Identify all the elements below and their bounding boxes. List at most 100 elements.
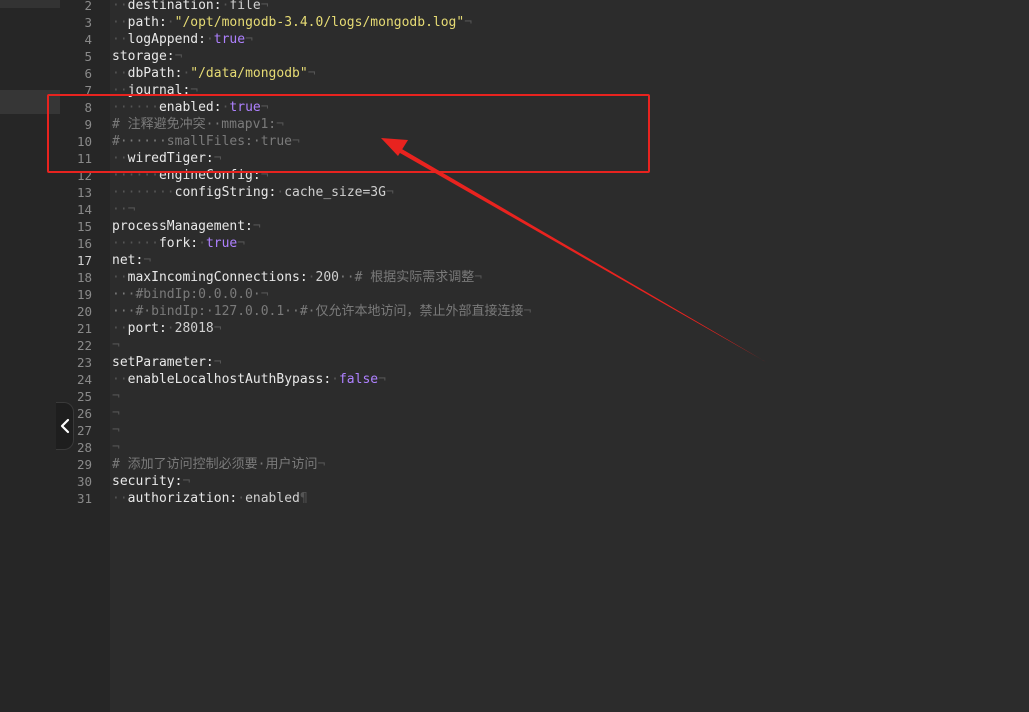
line-content: ¬: [112, 422, 120, 439]
line-content: ··path:·"/opt/mongodb-3.4.0/logs/mongodb…: [112, 14, 472, 31]
line-number: 13: [76, 185, 92, 200]
line-number: 17: [76, 253, 92, 268]
yaml-value: "/opt/mongodb-3.4.0/logs/mongodb.log": [174, 15, 465, 30]
line-number: 2: [84, 0, 92, 13]
eol-marker: ¬: [317, 457, 326, 472]
eol-marker: ¬: [112, 389, 120, 404]
line-content: ¬: [112, 337, 120, 354]
line-number: 24: [76, 372, 92, 387]
yaml-key: net:: [112, 253, 144, 268]
code-line[interactable]: 27 ¬: [77, 422, 1029, 439]
code-line[interactable]: 30 security:¬: [77, 473, 1029, 490]
line-number: 22: [76, 338, 92, 353]
eol-marker: ¬: [474, 270, 483, 285]
line-content: ···#bindIp:0.0.0.0·¬: [112, 286, 269, 303]
inline-comment: ··# 根据实际需求调整: [338, 270, 475, 285]
line-number: 16: [76, 236, 92, 251]
line-number: 15: [76, 219, 92, 234]
space-marker: ·: [205, 32, 214, 47]
code-line[interactable]: 23 setParameter:¬: [77, 354, 1029, 371]
eol-marker: ¬: [213, 321, 222, 336]
code-line[interactable]: 4 ··logAppend:·true¬: [84, 31, 1029, 48]
code-line[interactable]: 24 ··enableLocalhostAuthBypass:·false¬: [77, 371, 1029, 388]
yaml-value: "/data/mongodb": [190, 66, 308, 81]
line-content: security:¬: [112, 473, 190, 490]
yaml-key: destination:: [127, 0, 222, 13]
code-line[interactable]: 17 net:¬: [77, 252, 1029, 269]
line-number: 14: [76, 202, 92, 217]
indent-whitespace: ··: [112, 66, 128, 81]
eol-marker: ¬: [245, 32, 253, 47]
space-marker: ·: [331, 372, 339, 387]
code-line[interactable]: 2 ··destination:·file¬: [84, 0, 1029, 14]
line-number: 19: [76, 287, 92, 302]
code-line[interactable]: 22 ¬: [77, 337, 1029, 354]
eol-marker: ¬: [182, 474, 191, 489]
code-line[interactable]: 6 ··dbPath:·"/data/mongodb"¬: [84, 65, 1029, 82]
code-line[interactable]: 18 ··maxIncomingConnections:·200··# 根据实际需…: [77, 269, 1029, 286]
line-content: ········configString:·cache_size=3G¬: [112, 184, 394, 201]
space-marker: ·: [237, 491, 246, 506]
code-line[interactable]: 25 ¬: [77, 388, 1029, 405]
code-line[interactable]: 14 ··¬: [77, 201, 1029, 218]
indent-whitespace: ··: [112, 321, 128, 336]
line-number: 18: [76, 270, 92, 285]
indent-whitespace: ······: [112, 236, 159, 251]
line-content: ¬: [112, 439, 120, 456]
line-content: ··logAppend:·true¬: [112, 31, 253, 48]
code-line[interactable]: 21 ··port:·28018¬: [77, 320, 1029, 337]
yaml-key: authorization:: [127, 491, 238, 506]
yaml-key: security:: [112, 474, 183, 489]
eol-marker: ¬: [112, 406, 120, 421]
collapse-sidebar-button[interactable]: [56, 402, 74, 450]
space-marker: ·: [166, 321, 175, 336]
code-line[interactable]: 31 ··authorization:·enabled¶: [77, 490, 1029, 507]
indent-whitespace: ··: [112, 202, 128, 217]
yaml-key: maxIncomingConnections:: [127, 270, 308, 285]
line-content: ¬: [112, 405, 120, 422]
line-number: 3: [84, 15, 92, 30]
code-line[interactable]: 19 ···#bindIp:0.0.0.0·¬: [77, 286, 1029, 303]
code-line[interactable]: 28 ¬: [77, 439, 1029, 456]
space-marker: ·: [198, 236, 206, 251]
eol-marker: ¬: [378, 372, 386, 387]
code-line[interactable]: 15 processManagement:¬: [77, 218, 1029, 235]
yaml-value: false: [338, 372, 379, 387]
line-content: ··¬: [112, 201, 135, 218]
indent-whitespace: ··: [112, 491, 128, 506]
line-content: ···#·bindIp:·127.0.0.1··#·仅允许本地访问，禁止外部直接…: [112, 303, 531, 320]
code-line[interactable]: 5 storage:¬: [84, 48, 1029, 65]
eol-marker: ¬: [237, 236, 246, 251]
line-content: ··enableLocalhostAuthBypass:·false¬: [112, 371, 386, 388]
code-line[interactable]: 13 ········configString:·cache_size=3G¬: [77, 184, 1029, 201]
indent-whitespace: ··: [112, 15, 128, 30]
eol-marker: ¬: [143, 253, 152, 268]
chevron-left-icon: [60, 418, 69, 434]
line-content: ··maxIncomingConnections:·200··# 根据实际需求调…: [112, 269, 482, 286]
annotation-highlight-box: [47, 94, 650, 173]
line-content: ··authorization:·enabled¶: [112, 490, 308, 507]
yaml-value: 28018: [174, 321, 214, 336]
code-line[interactable]: 3 ··path:·"/opt/mongodb-3.4.0/logs/mongod…: [84, 14, 1029, 31]
eol-marker: ¬: [112, 440, 120, 455]
space-marker: ·: [166, 15, 175, 30]
yaml-key: configString:: [174, 185, 277, 200]
line-content: # 添加了访问控制必须要·用户访问¬: [112, 456, 325, 473]
yaml-key: logAppend:: [127, 32, 206, 47]
code-line[interactable]: 16 ······fork:·true¬: [77, 235, 1029, 252]
line-number: 6: [84, 66, 92, 81]
code-line[interactable]: 26 ¬: [77, 405, 1029, 422]
code-line[interactable]: 20 ···#·bindIp:·127.0.0.1··#·仅允许本地访问，禁止外部…: [77, 303, 1029, 320]
space-marker: ·: [307, 270, 316, 285]
line-content: setParameter:¬: [112, 354, 222, 371]
yaml-value: cache_size=3G: [284, 185, 386, 200]
yaml-value: enabled: [245, 491, 300, 506]
line-content: net:¬: [112, 252, 151, 269]
line-content: ··dbPath:·"/data/mongodb"¬: [112, 65, 316, 82]
yaml-value: 200: [315, 270, 339, 285]
code-line[interactable]: 29 # 添加了访问控制必须要·用户访问¬: [77, 456, 1029, 473]
eol-marker: ¬: [385, 185, 394, 200]
eol-marker: ¬: [307, 66, 316, 81]
eol-marker: ¬: [260, 0, 269, 13]
indent-whitespace: ··: [112, 372, 128, 387]
